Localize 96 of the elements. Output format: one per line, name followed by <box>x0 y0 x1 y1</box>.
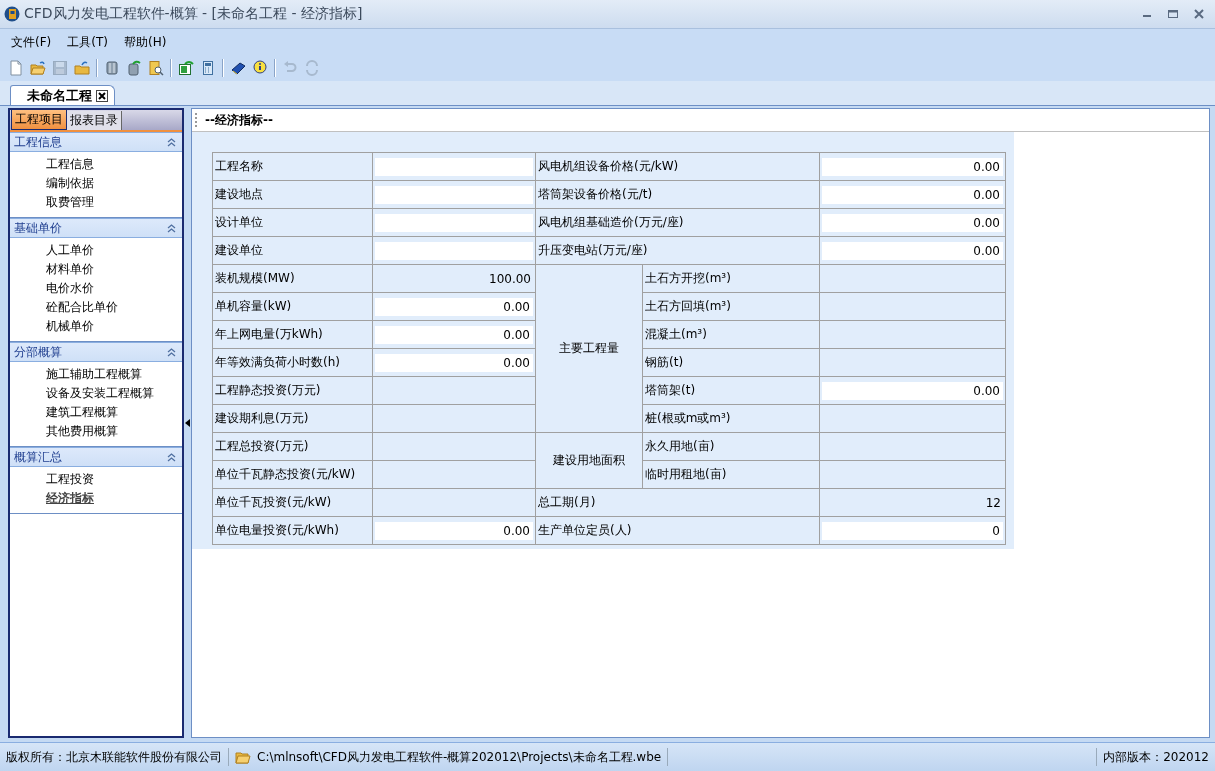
section-header[interactable]: 分部概算 <box>10 342 182 362</box>
field-label: 塔筒架设备价格(元/t) <box>536 181 820 209</box>
field-label: 年上网电量(万kWh) <box>213 321 373 349</box>
nav-link[interactable]: 施工辅助工程概算 <box>46 366 142 383</box>
field-label: 单位电量投资(元/kWh) <box>213 517 373 545</box>
section-heading: --经济指标-- <box>205 111 273 129</box>
calculator-icon[interactable] <box>200 60 216 76</box>
collapse-icon[interactable] <box>167 347 176 357</box>
field-label: 工程总投资(万元) <box>213 433 373 461</box>
section-title: 工程信息 <box>14 133 62 151</box>
field-label: 临时用租地(亩) <box>643 461 820 489</box>
copyright-text: 版权所有：北京木联能软件股份有限公司 <box>6 748 222 766</box>
window-title: CFD风力发电工程软件-概算 - [未命名工程 - 经济指标] <box>24 5 364 23</box>
value-cell: 100.00 <box>373 265 536 293</box>
value-field[interactable]: 0.00 <box>822 213 1003 232</box>
value-field[interactable] <box>375 213 533 232</box>
field-label: 建设期利息(万元) <box>213 405 373 433</box>
sidebar-tab[interactable]: 报表目录 <box>67 111 122 130</box>
close-icon[interactable] <box>96 89 108 102</box>
nav-link[interactable]: 编制依据 <box>46 175 94 192</box>
value-field[interactable]: 0.00 <box>822 157 1003 176</box>
value-field[interactable] <box>375 185 533 204</box>
field-label: 生产单位定员(人) <box>536 517 820 545</box>
field-label: 设计单位 <box>213 209 373 237</box>
open-folder-icon[interactable] <box>30 60 46 76</box>
nav-link[interactable]: 机械单价 <box>46 318 94 335</box>
spreadsheet-icon[interactable] <box>178 60 194 76</box>
field-label: 混凝土(m³) <box>643 321 820 349</box>
collapse-icon[interactable] <box>167 137 176 147</box>
field-label: 单机容量(kW) <box>213 293 373 321</box>
field-label: 工程名称 <box>213 153 373 181</box>
document-tab[interactable]: 未命名工程 <box>10 85 115 105</box>
nav-link[interactable]: 工程投资 <box>46 471 94 488</box>
value-field[interactable]: 0.00 <box>375 297 533 316</box>
menu-item[interactable]: 文件(F) <box>10 31 53 53</box>
field-label: 总工期(月) <box>536 489 820 517</box>
group-label: 主要工程量 <box>536 265 643 433</box>
section-header[interactable]: 基础单价 <box>10 218 182 238</box>
section-title: 基础单价 <box>14 219 62 237</box>
nav-link[interactable]: 建筑工程概算 <box>46 404 118 421</box>
collapse-icon[interactable] <box>167 452 176 462</box>
nav-link[interactable]: 人工单价 <box>46 242 94 259</box>
nav-link[interactable]: 电价水价 <box>46 280 94 297</box>
field-label: 建设地点 <box>213 181 373 209</box>
value-field[interactable]: 0.00 <box>375 521 533 540</box>
collapse-icon[interactable] <box>167 223 176 233</box>
field-label: 桩(根或m或m³) <box>643 405 820 433</box>
nav-link[interactable]: 工程信息 <box>46 156 94 173</box>
field-label: 塔筒架(t) <box>643 377 820 405</box>
value-field[interactable]: 0.00 <box>822 381 1003 400</box>
value-field[interactable]: 0.00 <box>822 185 1003 204</box>
field-label: 升压变电站(万元/座) <box>536 237 820 265</box>
database-icon[interactable] <box>104 60 120 76</box>
field-label: 永久用地(亩) <box>643 433 820 461</box>
nav-link[interactable]: 其他费用概算 <box>46 423 118 440</box>
section-title: 分部概算 <box>14 343 62 361</box>
version-text: 内部版本：202012 <box>1103 748 1209 766</box>
field-label: 建设单位 <box>213 237 373 265</box>
value-field[interactable]: 0 <box>822 521 1003 540</box>
maximize-icon[interactable] <box>1167 8 1179 20</box>
value-cell: 12 <box>820 489 1006 517</box>
field-label: 单位千瓦投资(元/kW) <box>213 489 373 517</box>
field-label: 风电机组基础造价(万元/座) <box>536 209 820 237</box>
field-label: 土石方回填(m³) <box>643 293 820 321</box>
section-header[interactable]: 工程信息 <box>10 132 182 152</box>
nav-link[interactable]: 设备及安装工程概算 <box>46 385 154 402</box>
value-field[interactable]: 0.00 <box>375 325 533 344</box>
menu-item[interactable]: 帮助(H) <box>122 31 168 53</box>
value-field[interactable] <box>375 241 533 260</box>
field-label: 土石方开挖(m³) <box>643 265 820 293</box>
collapse-arrow-icon[interactable] <box>185 419 190 427</box>
open-folder-icon <box>235 750 251 764</box>
folder-search-icon[interactable] <box>148 60 164 76</box>
field-label: 风电机组设备价格(元/kW) <box>536 153 820 181</box>
section-header[interactable]: 概算汇总 <box>10 447 182 467</box>
value-field[interactable]: 0.00 <box>375 353 533 372</box>
group-label: 建设用地面积 <box>536 433 643 489</box>
value-field[interactable] <box>375 157 533 176</box>
field-label: 年等效满负荷小时数(h) <box>213 349 373 377</box>
value-field[interactable]: 0.00 <box>822 241 1003 260</box>
field-label: 工程静态投资(万元) <box>213 377 373 405</box>
nav-link[interactable]: 砼配合比单价 <box>46 299 118 316</box>
app-logo-icon <box>4 6 20 22</box>
nav-link[interactable]: 材料单价 <box>46 261 94 278</box>
nav-link[interactable]: 经济指标 <box>46 490 94 507</box>
menu-item[interactable]: 工具(T) <box>66 31 109 53</box>
file-path: C:\mlnsoft\CFD风力发电工程软件-概算202012\Projects\未命名工程.wbe <box>257 748 662 766</box>
new-file-icon[interactable] <box>8 60 24 76</box>
folder-arrow-icon[interactable] <box>74 60 90 76</box>
field-label: 单位千瓦静态投资(元/kW) <box>213 461 373 489</box>
sidebar-tab[interactable]: 工程项目 <box>11 109 67 130</box>
info-icon[interactable] <box>252 60 268 76</box>
section-title: 概算汇总 <box>14 448 62 466</box>
nav-link[interactable]: 取费管理 <box>46 194 94 211</box>
field-label: 钢筋(t) <box>643 349 820 377</box>
field-label: 装机规模(MW) <box>213 265 373 293</box>
